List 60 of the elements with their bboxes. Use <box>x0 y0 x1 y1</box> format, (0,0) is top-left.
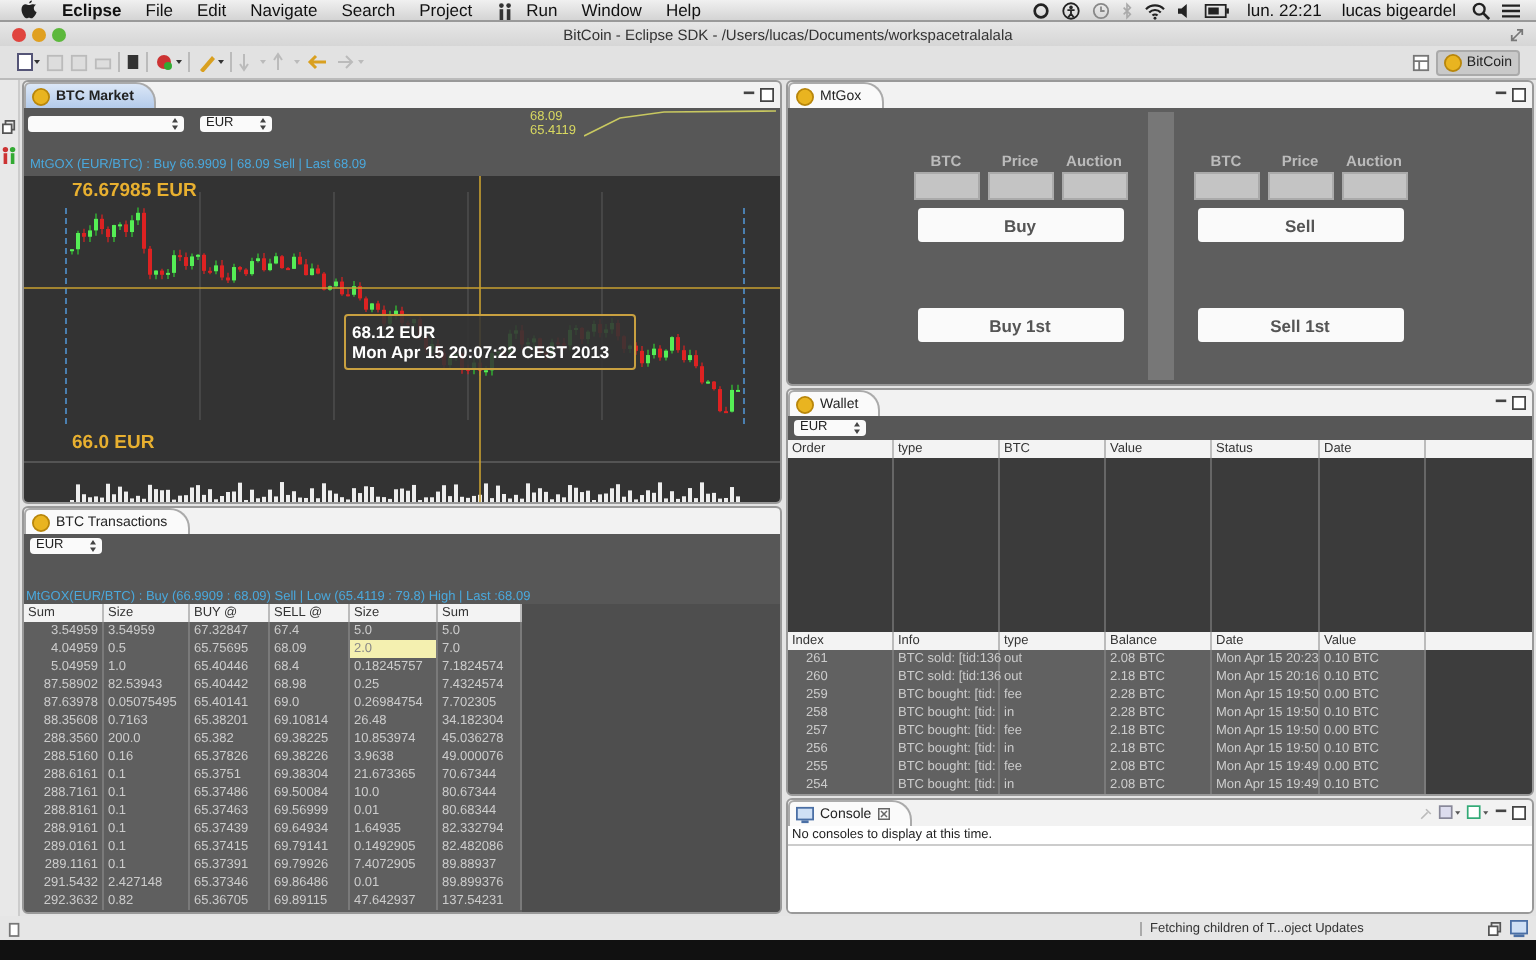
tooltip-price: 68.12 EUR <box>352 321 438 342</box>
menu-clock[interactable]: lun. 22:21 <box>1246 0 1322 20</box>
input-field[interactable] <box>1061 172 1127 200</box>
coin-icon <box>1444 53 1463 71</box>
action-button[interactable]: Buy <box>917 208 1123 242</box>
table-background <box>1426 650 1532 794</box>
maximize-icon[interactable] <box>760 88 774 102</box>
updown-icon <box>854 422 860 434</box>
monitor-icon <box>796 805 814 823</box>
coin-icon <box>32 87 50 105</box>
tooltip-date: Mon Apr 15 20:07:22 CEST 2013 <box>352 342 612 363</box>
coin-icon <box>796 87 814 105</box>
list-icon[interactable] <box>1502 1 1520 19</box>
updown-icon <box>90 540 96 552</box>
updown-icon <box>172 118 178 131</box>
wifi-icon[interactable] <box>1144 1 1167 19</box>
input-field[interactable] <box>1267 172 1333 200</box>
open-perspective-icon[interactable] <box>1412 53 1431 71</box>
coin-icon <box>32 513 50 531</box>
close-button[interactable] <box>12 27 26 41</box>
price-label: 66.0 EUR <box>72 432 155 454</box>
new-icon[interactable] <box>16 52 40 72</box>
figures-icon[interactable] <box>496 1 515 19</box>
sync-icon[interactable] <box>1032 1 1051 19</box>
input-field[interactable] <box>1193 172 1259 200</box>
action-button[interactable]: Sell <box>1197 208 1403 242</box>
fullscreen-icon[interactable] <box>1510 27 1524 41</box>
maximize-icon[interactable] <box>1512 806 1526 820</box>
restore-icon[interactable] <box>1488 921 1502 935</box>
menu-item[interactable]: File <box>145 0 173 20</box>
restore-icon[interactable] <box>2 120 16 134</box>
price-label: 76.67985 EUR <box>72 180 197 202</box>
menu-item[interactable]: Search <box>341 0 396 20</box>
menu-item[interactable]: Window <box>581 0 642 20</box>
updown-icon <box>260 118 266 131</box>
pencil-icon[interactable] <box>196 52 224 72</box>
menu-item[interactable]: Edit <box>196 0 227 20</box>
close-icon[interactable] <box>877 808 890 820</box>
search-icon[interactable] <box>1472 1 1490 19</box>
maximize-icon[interactable] <box>1512 88 1526 102</box>
coin-icon <box>796 395 814 413</box>
apple-icon[interactable] <box>20 0 38 20</box>
user-name[interactable]: lucas bigeardel <box>1341 0 1456 20</box>
menu-item[interactable]: Run <box>526 0 558 20</box>
pair-select[interactable] <box>28 116 184 133</box>
input-field[interactable] <box>913 172 979 200</box>
first-action-button[interactable]: Buy 1st <box>917 308 1123 342</box>
app-menu[interactable]: Eclipse <box>62 0 122 20</box>
accessibility-icon[interactable] <box>1062 1 1081 19</box>
maximize-icon[interactable] <box>1512 396 1526 410</box>
battery-icon[interactable] <box>1204 3 1231 17</box>
first-action-button[interactable]: Sell 1st <box>1197 308 1403 342</box>
menu-item[interactable]: Project <box>419 0 473 20</box>
display-icon[interactable] <box>1438 804 1462 822</box>
volume-icon[interactable] <box>1178 1 1193 19</box>
input-field[interactable] <box>1341 172 1407 200</box>
menu-item[interactable]: Help <box>665 0 701 20</box>
menu-item[interactable]: Navigate <box>250 0 318 20</box>
input-field[interactable] <box>987 172 1053 200</box>
clock-icon[interactable] <box>1092 1 1111 19</box>
